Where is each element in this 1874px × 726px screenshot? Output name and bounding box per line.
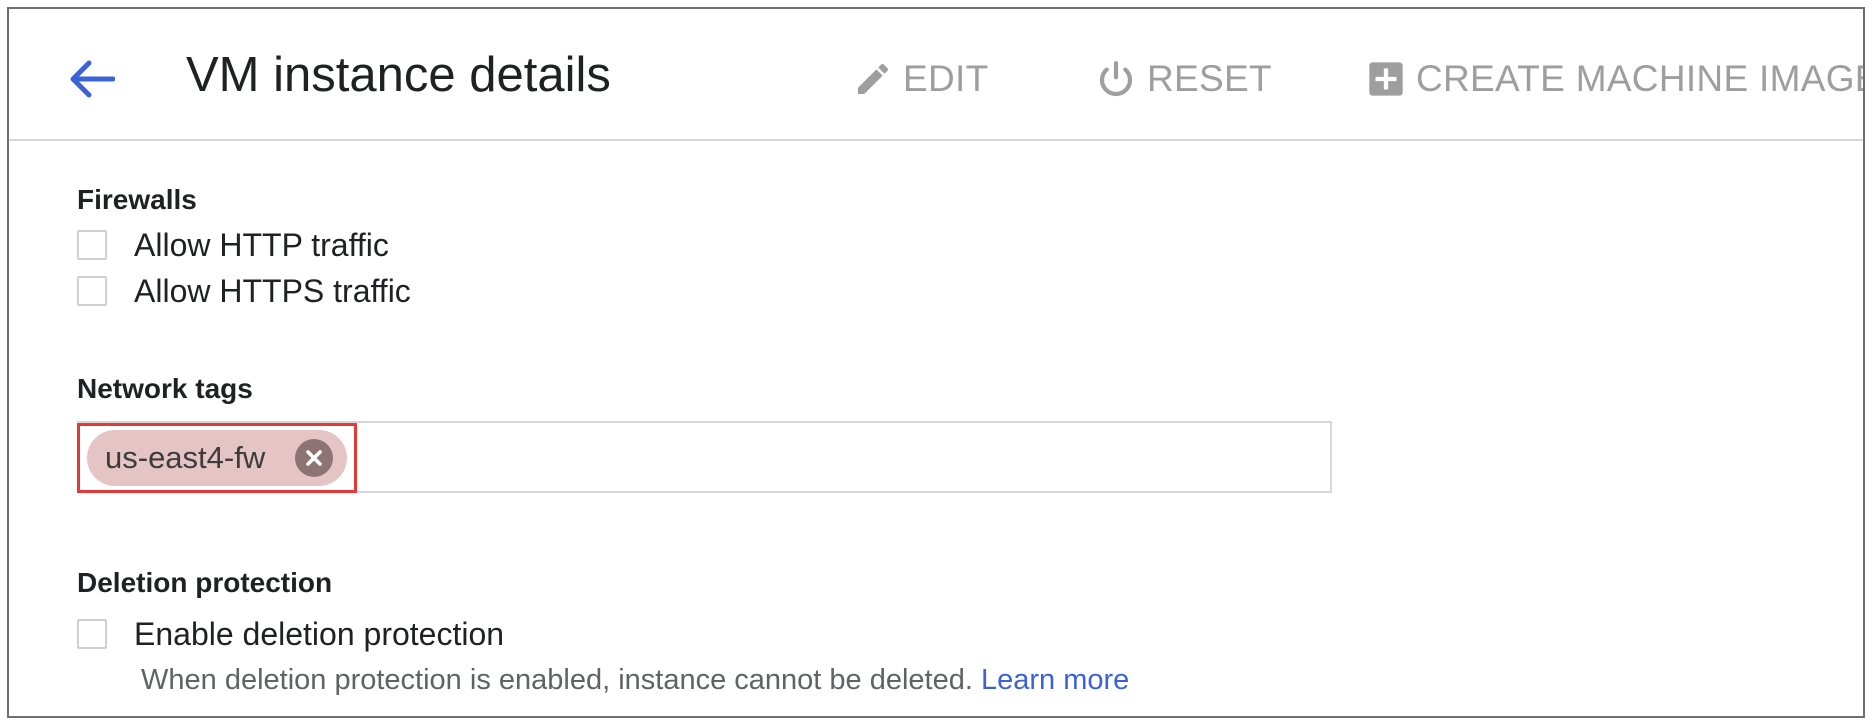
arrow-left-icon bbox=[70, 60, 115, 98]
create-machine-image-label: CREATE MACHINE IMAGE bbox=[1416, 58, 1865, 99]
firewalls-heading: Firewalls bbox=[77, 184, 197, 215]
allow-https-label: Allow HTTPS traffic bbox=[134, 272, 411, 309]
add-box-icon bbox=[1366, 59, 1406, 99]
tag-highlight-box: us-east4-fw bbox=[77, 423, 357, 493]
power-icon bbox=[1095, 58, 1137, 100]
allow-http-checkbox[interactable] bbox=[77, 230, 107, 260]
cancel-circle-icon bbox=[306, 450, 322, 466]
allow-http-label: Allow HTTP traffic bbox=[134, 226, 389, 263]
allow-https-checkbox-row[interactable]: Allow HTTPS traffic bbox=[77, 271, 411, 311]
deletion-protection-heading: Deletion protection bbox=[77, 567, 333, 598]
pencil-icon bbox=[853, 59, 893, 99]
remove-tag-button[interactable] bbox=[295, 439, 333, 477]
network-tag-label: us-east4-fw bbox=[105, 440, 266, 475]
instance-details-panel: VM instance details EDIT RESET CREATE MA… bbox=[7, 7, 1865, 718]
allow-http-checkbox-row[interactable]: Allow HTTP traffic bbox=[77, 225, 389, 265]
create-machine-image-button[interactable]: CREATE MACHINE IMAGE bbox=[1366, 51, 1865, 107]
reset-button[interactable]: RESET bbox=[1095, 51, 1272, 107]
edit-button[interactable]: EDIT bbox=[853, 51, 988, 107]
network-tags-heading: Network tags bbox=[77, 373, 253, 404]
allow-https-checkbox[interactable] bbox=[77, 276, 107, 306]
learn-more-link[interactable]: Learn more bbox=[981, 664, 1129, 696]
edit-label: EDIT bbox=[903, 58, 989, 99]
reset-label: RESET bbox=[1147, 58, 1272, 99]
back-button[interactable] bbox=[63, 51, 119, 107]
deletion-protection-checkbox-row[interactable]: Enable deletion protection bbox=[77, 614, 504, 654]
deletion-protection-helper: When deletion protection is enabled, ins… bbox=[141, 664, 1129, 697]
network-tag-chip[interactable]: us-east4-fw bbox=[87, 430, 347, 486]
deletion-protection-label: Enable deletion protection bbox=[134, 615, 505, 652]
deletion-protection-checkbox[interactable] bbox=[77, 619, 107, 649]
page-header: VM instance details EDIT RESET CREATE MA… bbox=[9, 9, 1863, 141]
page-title: VM instance details bbox=[186, 48, 611, 102]
helper-text: When deletion protection is enabled, ins… bbox=[141, 664, 973, 696]
